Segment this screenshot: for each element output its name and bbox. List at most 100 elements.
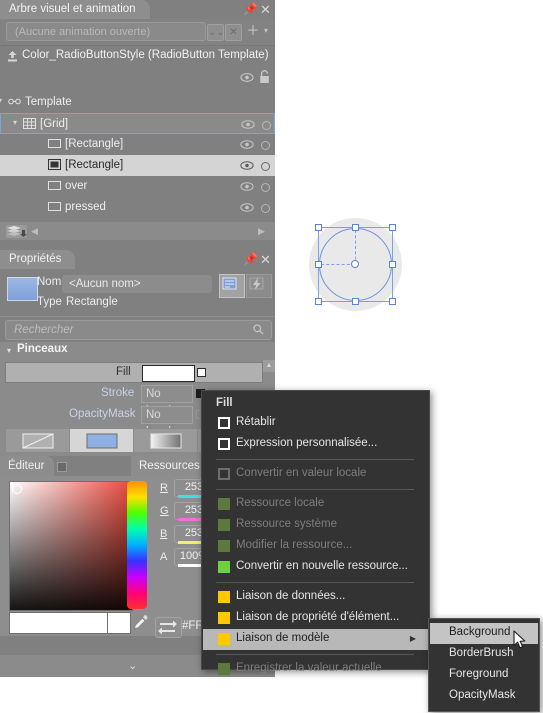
eyedropper-icon[interactable] — [130, 612, 150, 632]
menu-item-enregistrer-la-valeur-actuelle[interactable]: Enregistrer la valeur actuelle — [203, 659, 428, 680]
brushes-header[interactable]: ▾ Pinceaux — [0, 342, 275, 360]
selected-shape-group[interactable] — [303, 212, 408, 317]
resource-swatch-icon — [218, 519, 230, 531]
tree-item-label: over — [65, 180, 88, 192]
events-button[interactable] — [246, 274, 272, 298]
show-advanced-properties-button[interactable] — [219, 274, 245, 298]
name-input[interactable]: <Aucun nom> — [62, 275, 212, 293]
tree-item-rectangle[interactable]: [Rectangle] — [0, 155, 275, 176]
menu-item-convertir-en-valeur-locale[interactable]: Convertir en valeur locale — [203, 464, 428, 485]
saturation-value-picker[interactable] — [9, 481, 133, 611]
resize-handle-w[interactable] — [315, 261, 322, 268]
resize-handle-e[interactable] — [389, 261, 396, 268]
color-picker-cursor[interactable] — [12, 484, 22, 494]
submenu-item-foreground[interactable]: Foreground — [430, 665, 538, 686]
pin-icon[interactable]: 📌 — [243, 253, 258, 266]
swap-colors-button[interactable] — [155, 617, 182, 638]
menu-item-convertir-en-nouvelle-ressource[interactable]: Convertir en nouvelle ressource... — [203, 557, 428, 578]
visual-tree-horizontal-scrollbar[interactable]: ◀ ▶ — [0, 222, 275, 240]
tree-item-over[interactable]: over — [0, 176, 275, 197]
close-icon[interactable]: ✕ — [259, 253, 272, 266]
return-scope-icon[interactable] — [6, 50, 19, 63]
expander-icon[interactable]: ▾ — [13, 118, 17, 127]
hue-slider[interactable] — [127, 481, 147, 609]
tree-item-rectangle[interactable]: [Rectangle] — [0, 134, 275, 155]
visual-tree[interactable]: ▾ Template ▾ [Grid] [Rectangle] [Rectangle] ov… — [0, 92, 275, 217]
eye-icon[interactable] — [240, 159, 254, 172]
property-row-fill[interactable]: Fill — [5, 362, 263, 383]
resize-handle-s[interactable] — [352, 298, 359, 305]
resize-handle-ne[interactable] — [389, 224, 396, 231]
transform-origin-icon[interactable] — [351, 260, 359, 268]
gradient-brush-tab[interactable] — [134, 429, 198, 452]
chevron-down-icon[interactable]: ▾ — [7, 346, 11, 355]
solid-color-brush-tab[interactable] — [70, 429, 134, 452]
scroll-up-arrow[interactable]: ▲ — [263, 360, 275, 372]
tab-properties[interactable]: Propriétés — [0, 250, 76, 269]
opacitymask-value[interactable]: No brush — [141, 406, 193, 438]
tree-item-grid[interactable]: ▾ [Grid] — [0, 113, 275, 134]
eye-icon[interactable] — [240, 180, 254, 193]
eye-icon[interactable] — [240, 71, 254, 84]
scroll-left-arrow[interactable]: ◀ — [31, 226, 38, 237]
menu-item-label: Rétablir — [236, 416, 276, 428]
lock-toggle-dot[interactable] — [262, 121, 271, 130]
no-brush-tab[interactable] — [6, 429, 70, 452]
resize-handle-se[interactable] — [389, 298, 396, 305]
eye-icon[interactable] — [241, 118, 255, 131]
pin-icon[interactable]: 📌 — [243, 3, 258, 16]
template-breadcrumb-row[interactable]: Color_RadioButtonStyle (RadioButton Temp… — [0, 46, 275, 68]
resize-handle-nw[interactable] — [315, 224, 322, 231]
rectangle-icon — [48, 180, 61, 191]
tree-item-template[interactable]: ▾ Template — [0, 92, 275, 113]
tree-item-pressed[interactable]: pressed — [0, 197, 275, 218]
menu-item-expression-personnalis-e[interactable]: Expression personnalisée... — [203, 434, 428, 455]
lock-toggle-dot[interactable] — [261, 204, 270, 213]
search-icon[interactable] — [253, 324, 264, 335]
menu-item-modifier-la-ressource[interactable]: Modifier la ressource... — [203, 536, 428, 557]
resize-handle-sw[interactable] — [315, 298, 322, 305]
fill-swatch[interactable] — [142, 365, 195, 382]
menu-item-r-tablir[interactable]: Rétablir — [203, 413, 428, 434]
resource-swatch-icon — [218, 612, 230, 624]
lock-icon[interactable] — [259, 70, 270, 84]
animation-combo[interactable]: (Aucune animation ouverte) — [6, 22, 206, 41]
collapse-all-button[interactable]: ⌄⌄ — [207, 24, 225, 41]
fill-advanced-options-marker[interactable] — [197, 368, 206, 377]
submenu-item-opacitymask[interactable]: OpacityMask — [430, 686, 538, 707]
lightning-icon — [249, 277, 264, 290]
close-icon[interactable]: ✕ — [259, 3, 272, 16]
current-color-swatch[interactable] — [9, 612, 109, 634]
fill-context-menu[interactable]: Fill Rétablir Expression personnalisée...… — [201, 390, 430, 675]
eye-icon[interactable] — [240, 201, 254, 214]
menu-item-ressource-locale[interactable]: Ressource locale — [203, 494, 428, 515]
menu-item-liaison-de-donn-es[interactable]: Liaison de données... — [203, 587, 428, 608]
menu-item-liaison-de-propri-t-d-l-ment[interactable]: Liaison de propriété d'élément... — [203, 608, 428, 629]
expander-icon[interactable]: ▾ — [0, 96, 2, 105]
resize-handle-n[interactable] — [352, 224, 359, 231]
gradient-icon — [150, 433, 181, 448]
tab-visual-tree[interactable]: Arbre visuel et animation — [0, 0, 150, 19]
tab-editeur[interactable]: Éditeur — [0, 456, 55, 476]
layers-icon[interactable] — [5, 224, 27, 238]
search-input[interactable]: Rechercher — [5, 320, 272, 340]
add-animation-button[interactable]: ＋ — [246, 23, 260, 39]
delete-animation-button[interactable]: ✕ — [225, 24, 242, 41]
menu-item-label: Liaison de données... — [236, 590, 346, 602]
rectangle-icon — [48, 138, 61, 149]
lock-toggle-dot[interactable] — [261, 183, 270, 192]
menu-item-label: Liaison de modèle — [236, 632, 330, 644]
animation-dropdown-arrow[interactable]: ▾ — [261, 25, 271, 37]
resource-swatch-icon — [218, 561, 230, 573]
eye-icon[interactable] — [240, 138, 254, 151]
grid-icon — [23, 118, 36, 129]
new-color-swatch[interactable] — [107, 612, 131, 634]
channel-label-r: R — [160, 482, 168, 494]
lock-toggle-dot[interactable] — [261, 162, 270, 171]
scroll-right-arrow[interactable]: ▶ — [258, 226, 265, 237]
chevron-down-icon[interactable]: ⌄ — [128, 659, 137, 672]
lock-toggle-dot[interactable] — [261, 141, 270, 150]
menu-item-ressource-syst-me[interactable]: Ressource système — [203, 515, 428, 536]
menu-item-liaison-de-mod-le[interactable]: Liaison de modèle ▶ — [203, 629, 428, 650]
stroke-value[interactable]: No brush — [141, 385, 193, 417]
